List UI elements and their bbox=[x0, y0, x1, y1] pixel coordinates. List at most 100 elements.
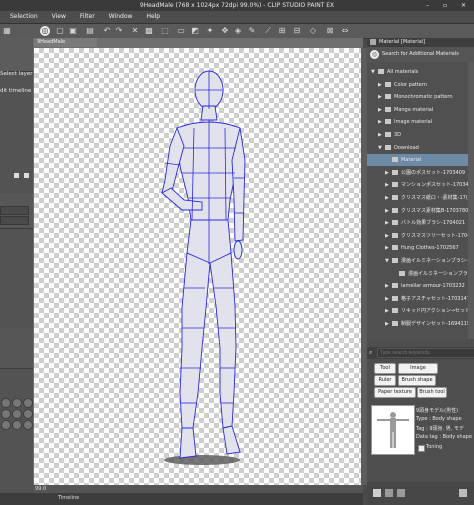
perspective-icon[interactable]: ⊟ bbox=[292, 26, 302, 36]
brush-size-dot[interactable] bbox=[1, 409, 11, 419]
material-panel-title[interactable]: Material [Material] bbox=[379, 39, 425, 45]
3d-model-figure[interactable] bbox=[34, 48, 361, 485]
list-view-icon[interactable] bbox=[373, 489, 381, 497]
material-tree-scrollbar[interactable] bbox=[468, 62, 474, 339]
tree-item[interactable]: 漫画イルミネーションブラ bbox=[367, 268, 468, 280]
tag-ruler[interactable]: Ruler bbox=[374, 375, 396, 386]
flip-icon[interactable]: ⇔ bbox=[340, 26, 350, 36]
clip-studio-icon[interactable]: ◎ bbox=[40, 26, 50, 36]
tree-item[interactable]: ▶ Hung Clothes-1702567 bbox=[367, 242, 468, 254]
expand-icon[interactable]: ▶ bbox=[385, 293, 392, 305]
expand-icon[interactable]: ▶ bbox=[378, 129, 385, 141]
window-controls[interactable]: – ▫ ✕ bbox=[426, 0, 472, 11]
menu-view[interactable]: View bbox=[45, 11, 73, 23]
tree-item[interactable]: ▶ バトル効果ブラシ-1704021 bbox=[367, 217, 468, 229]
expand-icon[interactable]: ▶ bbox=[385, 242, 392, 254]
expand-icon[interactable]: ▶ bbox=[378, 91, 385, 103]
tag-paper-texture[interactable]: Paper texture bbox=[374, 387, 416, 398]
snap-grid-icon[interactable]: ⊞ bbox=[277, 26, 287, 36]
move-icon[interactable]: ✥ bbox=[220, 26, 230, 36]
tree-item[interactable]: ▶ Color pattern bbox=[367, 79, 468, 91]
menu-help[interactable]: Help bbox=[139, 11, 167, 23]
expand-icon[interactable]: ▶ bbox=[385, 205, 392, 217]
expand-icon[interactable]: ▶ bbox=[385, 318, 392, 330]
menu-filter[interactable]: Filter bbox=[73, 11, 102, 23]
tree-item[interactable]: ▶ Monochromatic pattern bbox=[367, 91, 468, 103]
brush-size-dot[interactable] bbox=[1, 398, 11, 408]
tree-item[interactable]: ▶ 3D bbox=[367, 129, 468, 141]
expand-icon[interactable]: ▶ bbox=[378, 104, 385, 116]
collapse-icon[interactable]: ▼ bbox=[378, 142, 385, 154]
transform-icon[interactable]: ⬚ bbox=[160, 26, 170, 36]
menu-window[interactable]: Window bbox=[102, 11, 140, 23]
tree-item[interactable]: ▶ クリスマスツリーセット-1704218 bbox=[367, 230, 468, 242]
ruler-icon[interactable]: ◈ bbox=[233, 26, 243, 36]
pen-icon[interactable]: ✎ bbox=[247, 26, 257, 36]
zoom-readout[interactable]: 99.0 bbox=[35, 486, 46, 492]
new-layer-icon[interactable] bbox=[14, 173, 19, 178]
tag-tool[interactable]: Tool bbox=[374, 363, 396, 374]
detail-view-icon[interactable] bbox=[397, 489, 405, 497]
tree-item[interactable]: ▶ 格子アスチャセット-1703147 bbox=[367, 293, 468, 305]
timeline-tab[interactable]: Timeline bbox=[58, 495, 79, 501]
new-canvas-icon[interactable]: ▢ bbox=[55, 26, 65, 36]
tag-brush-shape[interactable]: Brush shape bbox=[398, 375, 436, 386]
tree-item[interactable]: ▶ クリスマス紙ロ・-素材集-17( bbox=[367, 192, 468, 204]
tag-image-material[interactable]: Image material bbox=[398, 363, 438, 380]
document-tab[interactable]: 9HeadMale bbox=[34, 38, 97, 47]
collapse-icon[interactable]: ▼ bbox=[371, 66, 378, 78]
expand-icon[interactable]: ▶ bbox=[385, 280, 392, 292]
property-dropdown-2[interactable] bbox=[0, 216, 29, 225]
settings-icon[interactable]: ✦ bbox=[205, 26, 215, 36]
tag-brush-tool[interactable]: Brush tool bbox=[417, 387, 447, 398]
special-ruler-icon[interactable]: ◇ bbox=[308, 26, 318, 36]
tree-item[interactable]: ▶ 公園のポスセット-1703409 bbox=[367, 167, 468, 179]
delete-layer-icon[interactable] bbox=[24, 173, 29, 178]
grid-icon[interactable]: ▦ bbox=[2, 26, 12, 36]
tree-item[interactable]: ▶ lamellar armour-1703232 bbox=[367, 280, 468, 292]
redo-icon[interactable]: ↷ bbox=[114, 26, 124, 36]
undo-icon[interactable]: ↶ bbox=[102, 26, 112, 36]
fill-icon[interactable]: ▩ bbox=[144, 26, 154, 36]
tree-item[interactable]: ▼ All materials bbox=[367, 66, 468, 78]
keyword-search-input[interactable] bbox=[377, 348, 474, 358]
selection-icon[interactable]: ▭ bbox=[176, 26, 186, 36]
thumbnail-view-icon[interactable] bbox=[385, 489, 393, 497]
tree-item[interactable]: ▶ クリスマス素材集B-1703780 bbox=[367, 205, 468, 217]
canvas[interactable] bbox=[34, 48, 361, 485]
tree-item[interactable]: ▶ Manga material bbox=[367, 104, 468, 116]
expand-icon[interactable]: ▶ bbox=[378, 116, 385, 128]
search-additional-materials[interactable]: ◎ Search for Additional Materials bbox=[367, 47, 474, 63]
expand-icon[interactable]: ▶ bbox=[378, 79, 385, 91]
tree-item[interactable]: ▶ Image material bbox=[367, 116, 468, 128]
expand-icon[interactable]: ▶ bbox=[385, 230, 392, 242]
brush-size-dot[interactable] bbox=[23, 409, 33, 419]
property-dropdown-1[interactable] bbox=[0, 206, 29, 215]
expand-icon[interactable]: ▶ bbox=[385, 192, 392, 204]
tree-item[interactable]: ▼ Download bbox=[367, 142, 468, 154]
tree-item[interactable]: ▶ 制服デザインセット-1694119 bbox=[367, 318, 468, 330]
delete-material-icon[interactable] bbox=[459, 489, 467, 497]
save-icon[interactable]: ▤ bbox=[85, 26, 95, 36]
expand-icon[interactable]: ▶ bbox=[385, 167, 392, 179]
toning-checkbox[interactable] bbox=[418, 445, 425, 452]
tree-item[interactable]: ▶ マンションポスセット-1703466 bbox=[367, 179, 468, 191]
tree-item[interactable]: ▶ リキッド円アクション→セット bbox=[367, 305, 468, 317]
brush-size-dot[interactable] bbox=[23, 398, 33, 408]
brush-size-dot[interactable] bbox=[12, 420, 22, 430]
brush-size-dot[interactable] bbox=[12, 409, 22, 419]
menu-selection[interactable]: Selection bbox=[0, 11, 45, 23]
expand-icon[interactable]: ▶ bbox=[385, 179, 392, 191]
expand-icon[interactable]: ▶ bbox=[385, 217, 392, 229]
clear-icon[interactable]: ✕ bbox=[130, 26, 140, 36]
snap-icon[interactable]: ◩ bbox=[190, 26, 200, 36]
brush-size-dot[interactable] bbox=[23, 420, 33, 430]
collapse-icon[interactable]: ▼ bbox=[385, 255, 392, 267]
open-icon[interactable]: ▣ bbox=[68, 26, 78, 36]
snap-ruler-icon[interactable]: ⟋ bbox=[263, 26, 273, 36]
tree-item[interactable]: ▼ 漫画イルミネーションブラシ-17( bbox=[367, 255, 468, 267]
brush-size-dot[interactable] bbox=[12, 398, 22, 408]
tree-item[interactable]: Material bbox=[367, 154, 468, 167]
vector-icon[interactable]: ⊠ bbox=[325, 26, 335, 36]
material-thumbnail[interactable] bbox=[371, 405, 415, 455]
